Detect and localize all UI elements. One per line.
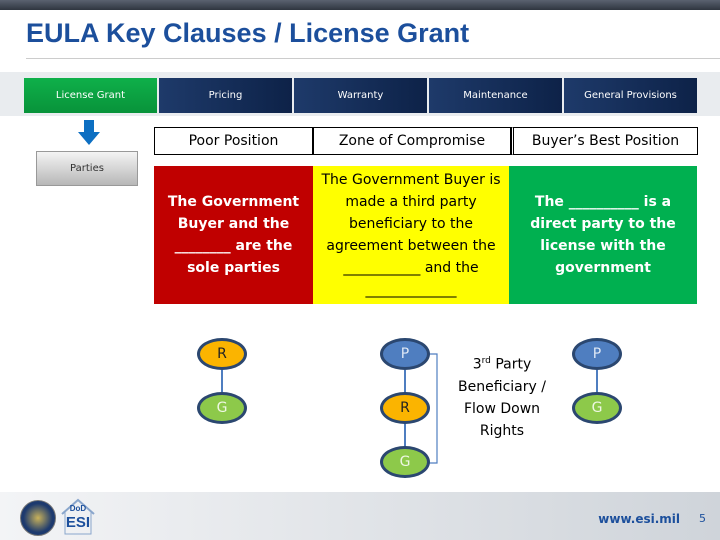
dod-seal-logo (20, 500, 56, 536)
dod-logo-text: DoD (69, 504, 87, 513)
node-g: G (197, 392, 247, 424)
node-r: R (380, 392, 430, 424)
tab-pricing[interactable]: Pricing (159, 78, 292, 113)
label-sup: rd (481, 356, 491, 366)
zone-best: The __________ is a direct party to the … (509, 166, 697, 304)
header-best-position: Buyer’s Best Position (511, 127, 698, 155)
tab-maintenance[interactable]: Maintenance (429, 78, 562, 113)
header-poor-position: Poor Position (154, 127, 313, 155)
node-p: P (572, 338, 622, 370)
node-p: P (380, 338, 430, 370)
page-number: 5 (699, 512, 706, 525)
tab-warranty[interactable]: Warranty (294, 78, 427, 113)
arrow-down-icon (78, 120, 100, 145)
node-r: R (197, 338, 247, 370)
footer-url[interactable]: www.esi.mil (598, 512, 680, 526)
top-bar (0, 0, 720, 10)
parties-button[interactable]: Parties (36, 151, 138, 186)
divider (26, 58, 720, 59)
esi-logo: DoD ESI (60, 498, 96, 536)
node-g: G (380, 446, 430, 478)
node-g: G (572, 392, 622, 424)
third-party-label: 3rd Party Beneficiary / Flow Down Rights (452, 350, 552, 442)
tab-license-grant[interactable]: License Grant (24, 78, 157, 113)
zone-compromise: The Government Buyer is made a third par… (313, 166, 509, 304)
connector (221, 370, 223, 392)
tab-general-provisions[interactable]: General Provisions (564, 78, 697, 113)
zone-poor: The Government Buyer and the ________ ar… (154, 166, 313, 304)
page-title: EULA Key Clauses / License Grant (26, 18, 470, 48)
label-part: Party Beneficiary / Flow Down Rights (458, 356, 546, 439)
esi-logo-text: ESI (65, 514, 91, 531)
header-zone-of-compromise: Zone of Compromise (313, 127, 511, 155)
connector (596, 370, 598, 392)
label-part: 3 (472, 356, 482, 373)
